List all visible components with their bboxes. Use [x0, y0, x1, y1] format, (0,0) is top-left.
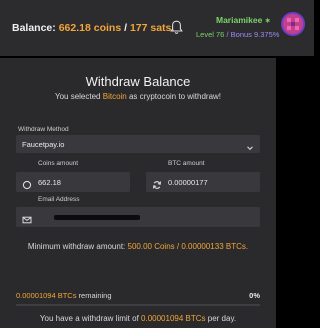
withdraw-method-select[interactable]: Faucetpay.io — [16, 135, 260, 153]
coins-amount-input[interactable]: 662.18 — [16, 172, 130, 192]
user-bonus: Bonus 9.375% — [230, 30, 280, 39]
coins-amount-value: 662.18 — [38, 178, 61, 187]
remaining-value: 0.00001094 BTCs — [16, 291, 77, 300]
btc-amount-label: BTC amount — [168, 160, 205, 167]
refresh-icon — [152, 177, 162, 195]
page-title: Withdraw Balance — [85, 74, 191, 89]
circle-icon — [22, 177, 32, 195]
email-field[interactable] — [16, 207, 260, 227]
star-icon: ✶ — [264, 18, 271, 25]
btc-amount-input[interactable]: 0.00000177 — [146, 172, 260, 192]
selected-coin: Bitcoin — [102, 92, 127, 101]
balance-sats: 177 sats. — [129, 22, 175, 34]
balance-display: Balance: 662.18 coins / 177 sats. — [12, 22, 174, 34]
progress-bar — [16, 304, 260, 306]
chevron-down-icon — [246, 139, 254, 157]
bell-icon[interactable] — [170, 20, 183, 40]
btc-amount-value: 0.00000177 — [168, 178, 208, 187]
email-redacted — [54, 215, 140, 220]
progress-percent: 0% — [249, 291, 260, 300]
withdraw-panel: Withdraw Balance You selected Bitcoin as… — [0, 58, 276, 328]
envelope-icon — [22, 212, 32, 230]
balance-separator: / — [124, 22, 128, 34]
user-level: Level 76 — [196, 30, 225, 39]
limit-value: 0.00001094 BTCs — [141, 314, 206, 323]
email-label: Email Address — [38, 196, 80, 203]
withdraw-method-label: Withdraw Method — [18, 126, 69, 133]
avatar[interactable] — [281, 12, 305, 36]
minimum-separator: / — [176, 242, 180, 251]
minimum-withdraw-info: Minimum withdraw amount: 500.00 Coins / … — [27, 242, 249, 251]
balance-coins: 662.18 coins — [58, 22, 122, 34]
withdraw-subtitle: You selected Bitcoin as cryptocoin to wi… — [54, 92, 222, 101]
minimum-btc: 0.00000133 BTCs. — [181, 242, 249, 251]
minimum-coins: 500.00 Coins — [127, 242, 175, 251]
withdraw-limit-info: You have a withdraw limit of 0.00001094 … — [39, 314, 237, 323]
withdraw-method-value: Faucetpay.io — [22, 140, 65, 149]
coins-amount-label: Coins amount — [38, 160, 79, 167]
balance-label: Balance: — [12, 22, 56, 34]
top-bar: Balance: 662.18 coins / 177 sats. Mariam… — [0, 0, 314, 56]
user-level-info: Level 76 / Bonus 9.375% — [196, 30, 279, 39]
user-name[interactable]: Mariamikee ✶ — [216, 15, 271, 25]
remaining-info: 0.00001094 BTCs remaining — [16, 291, 112, 300]
user-level-separator: / — [226, 30, 229, 39]
